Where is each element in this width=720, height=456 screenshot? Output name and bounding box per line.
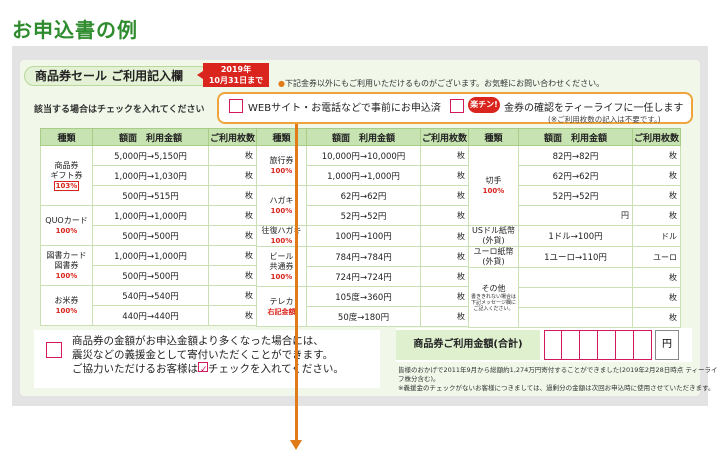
pointer-arrow-line [295, 124, 298, 442]
count-cell[interactable]: ドル [632, 225, 681, 247]
count-cell[interactable]: ユーロ [632, 246, 681, 268]
table-row: QUOカード 100% 1,000円→1,000円 枚 [40, 205, 257, 246]
top-note: ●下記金券以外にもご利用いただけるものがございます。お気軽にお問い合わせください… [278, 79, 605, 88]
teelife-checkbox[interactable] [450, 99, 464, 113]
rakuchin-badge: 楽チン! [468, 97, 500, 113]
table-row: 往復ハガキ 100% 100円→100円 枚 [256, 225, 469, 247]
other-type-cell: その他 書ききれない場合は下記メッセージ欄にご記入ください。 [468, 267, 519, 328]
eur-type-cell: ユーロ紙幣 (外貨) [468, 246, 519, 268]
donation-checkbox[interactable] [46, 342, 62, 358]
count-cell[interactable]: 枚 [208, 285, 257, 306]
deadline-tag: 2019年 10月31日まで [197, 63, 269, 87]
left-voucher-table: 種類 額面 利用金額 ご利用枚数 商品券 ギフト券 103% 5,000円→5,1… [40, 128, 257, 326]
count-cell[interactable]: 枚 [208, 205, 257, 226]
count-cell[interactable]: 枚 [208, 185, 257, 206]
right-voucher-table: 種類 額面 利用金額 ご利用枚数 切手 100% 82円→82円 枚 62円→62… [468, 128, 681, 328]
total-digit-box[interactable] [562, 330, 580, 360]
rice-type-cell: お米券 100% [40, 285, 93, 326]
col-count: ご利用枚数 [208, 128, 257, 146]
tosho-type-cell: 図書カード 図書券 100% [40, 245, 93, 286]
table-row: ビール 共通券 100% 784円→784円 枚 [256, 246, 469, 287]
count-cell[interactable]: 枚 [632, 287, 681, 308]
check-instruction: 該当する場合はチェックを入れてください [34, 105, 205, 115]
total-digit-box[interactable] [616, 330, 634, 360]
table-row: お米券 100% 540円→540円 枚 [40, 285, 257, 326]
total-digit-box[interactable] [544, 330, 562, 360]
deadline-date: 10月31日まで [208, 76, 264, 85]
gift-type-cell: 商品券 ギフト券 103% [40, 145, 93, 206]
teelife-label: 金券の確認をティーライフに一任します [504, 103, 684, 114]
count-cell[interactable]: 枚 [420, 306, 469, 327]
web-applied-checkbox[interactable] [229, 99, 243, 113]
stamp-type-cell: 切手 100% [468, 145, 519, 226]
quo-type-cell: QUOカード 100% [40, 205, 93, 246]
hagaki-type-cell: ハガキ 100% [256, 185, 307, 226]
pointer-arrow-icon [290, 440, 302, 450]
col-face-usage: 額面 利用金額 [92, 128, 209, 146]
count-cell[interactable]: 枚 [420, 266, 469, 287]
total-digit-box[interactable] [598, 330, 616, 360]
count-cell[interactable]: 枚 [632, 185, 681, 206]
yen-unit: 円 [655, 330, 679, 360]
count-cell[interactable]: 枚 [420, 286, 469, 307]
telecard-type-cell: テレカ 右記金額 [256, 286, 307, 327]
count-cell[interactable]: 枚 [632, 205, 681, 226]
table-row: 図書カード 図書券 100% 1,000円→1,000円 枚 [40, 245, 257, 286]
count-cell[interactable]: 枚 [420, 225, 469, 247]
count-cell[interactable]: 枚 [208, 265, 257, 286]
donation-text: 商品券の金額がお申込金額より多くなった場合には、 震災などの義援金として寄付いた… [72, 334, 382, 376]
teelife-sub-note: (※ご利用枚数の記入は不要です。) [548, 115, 661, 124]
table-row: テレカ 右記金額 105度→360円 枚 [256, 286, 469, 327]
web-applied-label: WEBサイト・お電話などで事前にお申込済 [248, 103, 441, 114]
bullet-icon: ● [278, 79, 285, 88]
table-row: ハガキ 100% 62円→62円 枚 [256, 185, 469, 226]
count-cell[interactable]: 枚 [420, 185, 469, 206]
table-row: ユーロ紙幣 (外貨) 1ユーロ→110円 ユーロ [468, 246, 681, 268]
count-cell[interactable]: 枚 [420, 246, 469, 267]
ofuku-type-cell: 往復ハガキ 100% [256, 225, 307, 247]
deadline-year: 2019年 [220, 65, 252, 74]
count-cell[interactable]: 枚 [420, 165, 469, 186]
total-digit-box[interactable] [634, 330, 652, 360]
table-row: 切手 100% 82円→82円 枚 [468, 145, 681, 226]
table-row: 旅行券 100% 10,000円→10,000円 枚 [256, 145, 469, 186]
count-cell[interactable]: 枚 [632, 307, 681, 328]
page-heading: お申込書の例 [12, 18, 138, 42]
count-cell[interactable]: 枚 [420, 145, 469, 166]
table-row: その他 書ききれない場合は下記メッセージ欄にご記入ください。 枚 [468, 267, 681, 328]
col-type: 種類 [40, 128, 93, 146]
count-cell[interactable]: 枚 [208, 305, 257, 326]
count-cell[interactable]: 枚 [632, 145, 681, 166]
travel-type-cell: 旅行券 100% [256, 145, 307, 186]
usd-type-cell: USドル紙幣 (外貨) [468, 225, 519, 247]
count-cell[interactable]: 枚 [632, 267, 681, 288]
bottom-note: 皆様のおかげで2011年9月から総額約1,274万円寄付することができました(2… [398, 366, 718, 392]
count-cell[interactable]: 枚 [208, 245, 257, 266]
total-digit-box[interactable] [580, 330, 598, 360]
table-row: USドル紙幣 (外貨) 1ドル→100円 ドル [468, 225, 681, 247]
table-row: 商品券 ギフト券 103% 5,000円→5,150円 枚 [40, 145, 257, 206]
middle-voucher-table: 種類 額面 利用金額 ご利用枚数 旅行券 100% 10,000円→10,000円… [256, 128, 469, 327]
count-cell[interactable]: 枚 [632, 165, 681, 186]
beer-type-cell: ビール 共通券 100% [256, 246, 307, 287]
checkmark-icon [198, 362, 208, 372]
total-label: 商品券ご利用金額(合計) [396, 330, 540, 360]
count-cell[interactable]: 枚 [420, 205, 469, 226]
form-title: 商品券セール ご利用記入欄 [24, 66, 210, 86]
count-cell[interactable]: 枚 [208, 225, 257, 246]
count-cell[interactable]: 枚 [208, 145, 257, 166]
count-cell[interactable]: 枚 [208, 165, 257, 186]
